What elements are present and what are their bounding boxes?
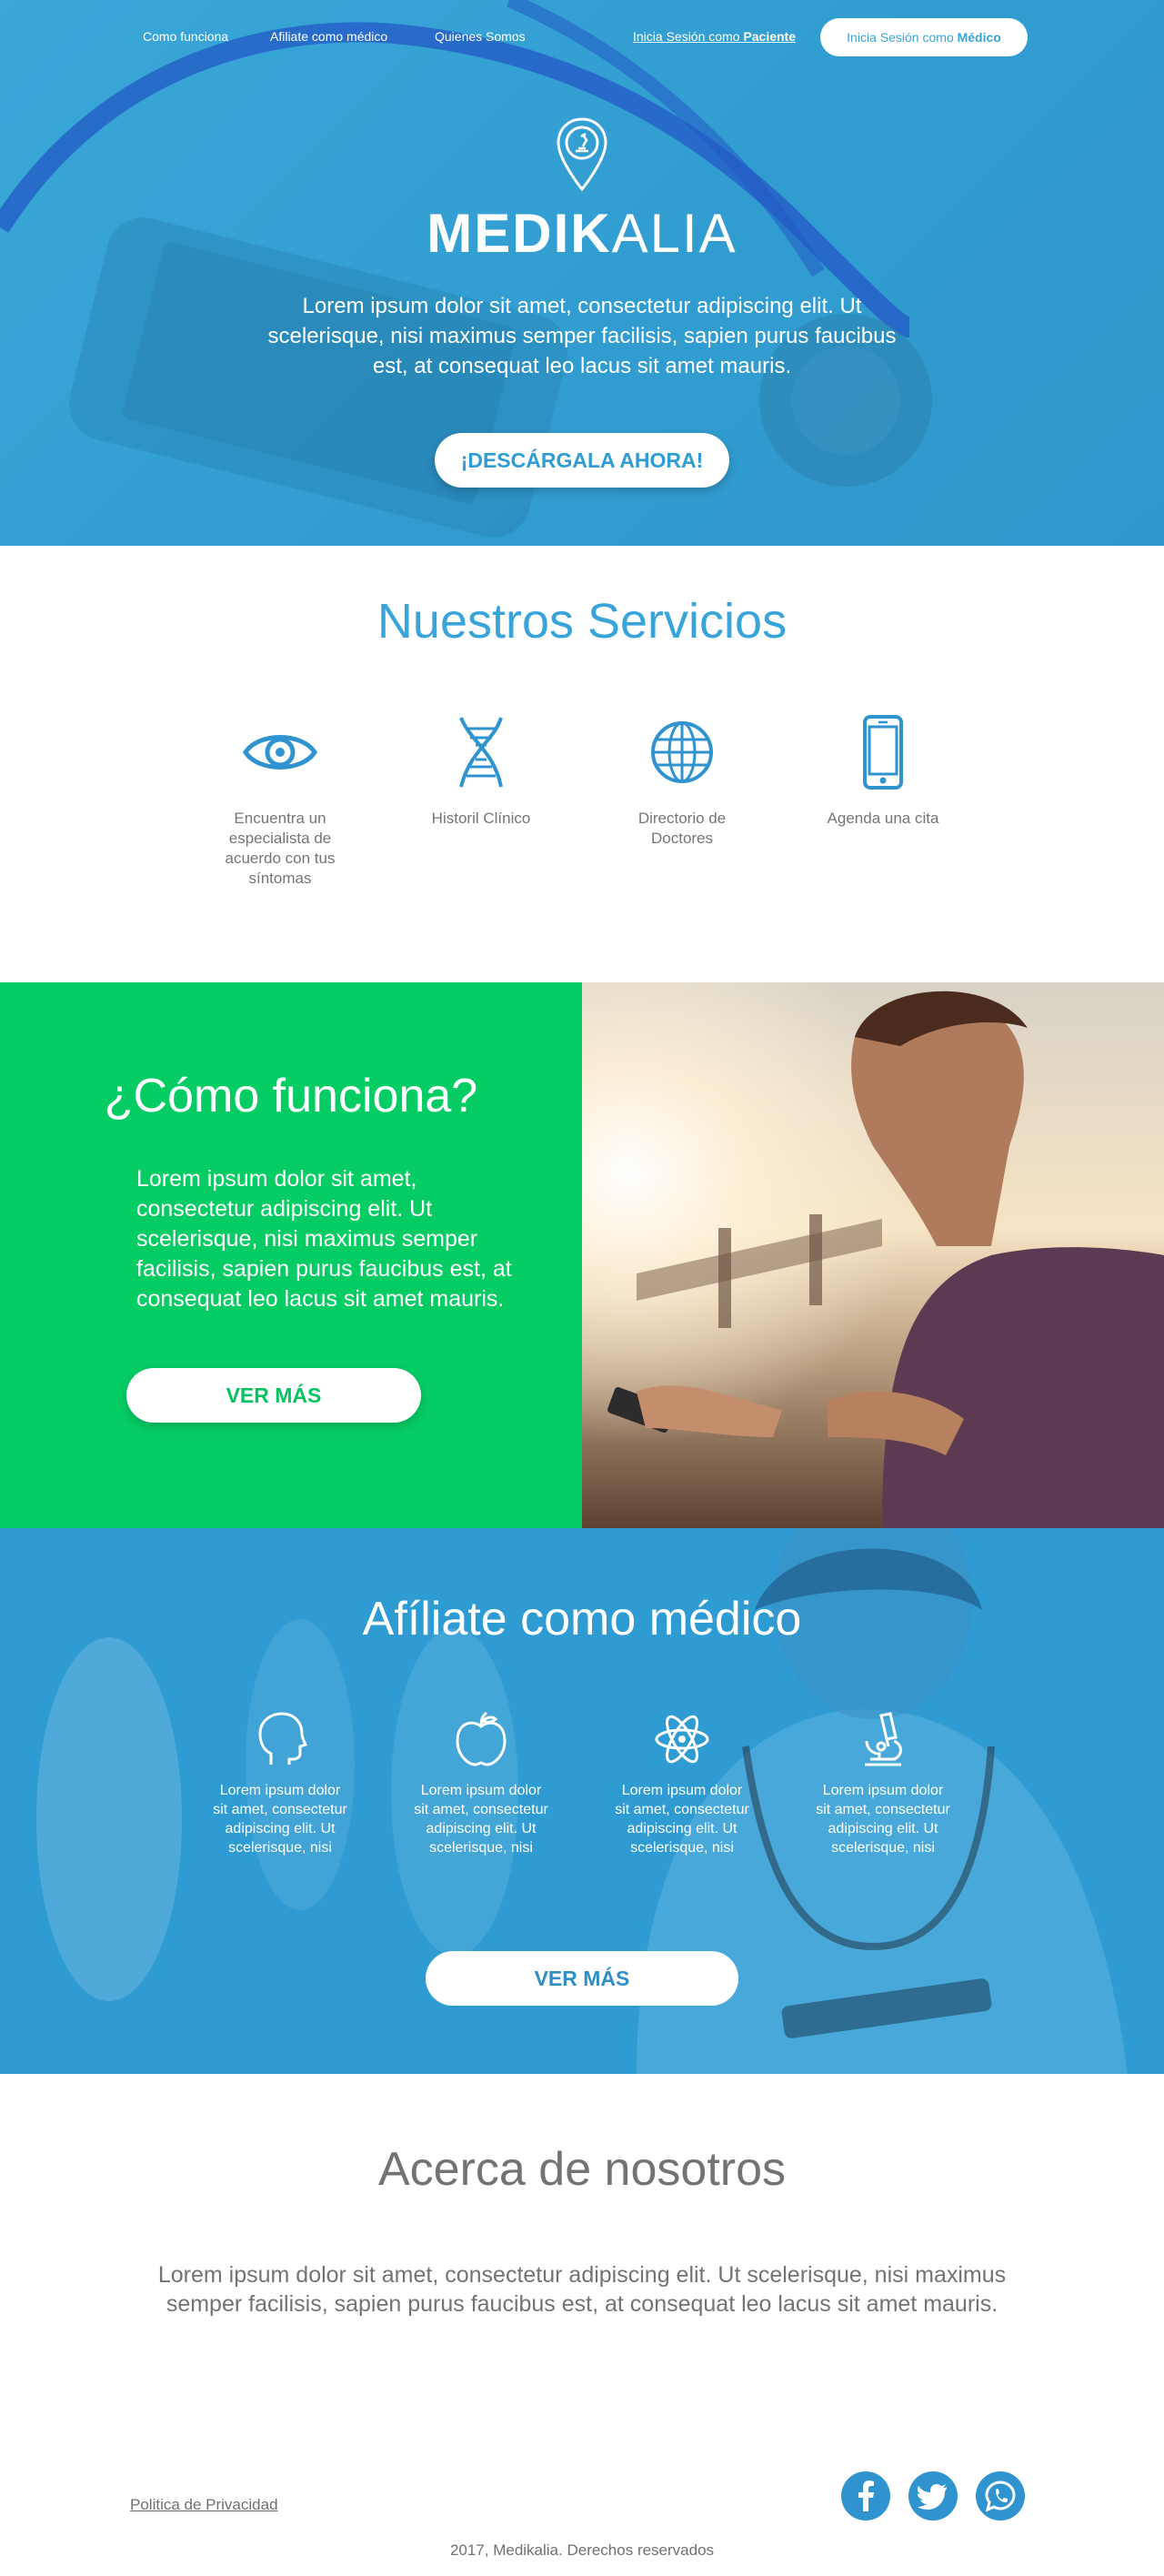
services-title: Nuestros Servicios (376, 594, 788, 649)
feature-text: Lorem ipsum dolor sit amet, consectetur … (213, 1783, 347, 1856)
twitter-icon (917, 2484, 947, 2510)
como-funciona-title: ¿Cómo funciona? (104, 1070, 478, 1122)
head-icon (258, 1712, 308, 1765)
login-patient-link[interactable]: Inicia Sesión como Paciente (633, 29, 796, 44)
hero-description: Lorem ipsum dolor sit amet, consectetur … (267, 294, 897, 378)
service-item-historial[interactable]: Historil Clínico (408, 714, 554, 829)
feature-text: Lorem ipsum dolor sit amet, consectetur … (615, 1783, 749, 1856)
login-patient-strong: Paciente (743, 29, 796, 44)
service-label: Historil Clínico (431, 810, 531, 827)
como-ver-mas-button[interactable]: VER MÁS (126, 1368, 421, 1423)
top-nav: Como funciona Afiliate como médico Quien… (0, 18, 1164, 58)
facebook-button[interactable] (841, 2471, 890, 2521)
service-label: Agenda una cita (827, 810, 939, 827)
privacy-policy-link[interactable]: Politica de Privacidad (130, 2496, 278, 2514)
brand-light: ALIA (611, 203, 738, 264)
acerca-text: Lorem ipsum dolor sit amet, consectetur … (157, 2262, 1007, 2317)
afiliate-title: Afíliate como médico (362, 1593, 802, 1645)
download-button[interactable]: ¡DESCÁRGALA AHORA! (435, 433, 729, 488)
microscope-icon (865, 1712, 902, 1766)
copyright-text: 2017, Medikalia. Derechos reservados (449, 2541, 715, 2559)
man-with-phone-photo (582, 982, 1164, 1528)
service-label: Directorio de Doctores (637, 810, 727, 847)
brand-logotype: MEDIKALIA (0, 202, 1164, 265)
login-patient-prefix: Inicia Sesión como (633, 29, 744, 44)
feature-text: Lorem ipsum dolor sit amet, consectetur … (414, 1783, 548, 1856)
globe-icon (651, 721, 713, 783)
feature-item: Lorem ipsum dolor sit amet, consectetur … (614, 1710, 750, 1857)
nav-link-como-funciona[interactable]: Como funciona (143, 29, 228, 44)
apple-icon (456, 1711, 507, 1766)
login-medico-button[interactable]: Inicia Sesión como Médico (820, 18, 1028, 56)
afiliate-ver-mas-button[interactable]: VER MÁS (426, 1951, 738, 2006)
service-label: Encuentra un especialista de acuerdo con… (225, 810, 336, 887)
whatsapp-icon (985, 2480, 1016, 2512)
login-medico-strong: Médico (957, 30, 1001, 45)
whatsapp-button[interactable] (976, 2471, 1025, 2521)
eye-icon (243, 735, 317, 770)
como-funciona-text: Lorem ipsum dolor sit amet, consectetur … (136, 1166, 512, 1312)
feature-item: Lorem ipsum dolor sit amet, consectetur … (413, 1710, 549, 1857)
smartphone-icon (863, 715, 903, 790)
facebook-icon (858, 2480, 874, 2511)
hero-section: Como funciona Afiliate como médico Quien… (0, 0, 1164, 546)
afiliate-section: Afíliate como médico Lorem ipsum dolor s… (0, 1528, 1164, 2074)
service-item-agenda[interactable]: Agenda una cita (810, 714, 956, 829)
acerca-title: Acerca de nosotros (377, 2143, 787, 2196)
nav-link-quienes-somos[interactable]: Quienes Somos (435, 29, 526, 44)
atom-icon (655, 1715, 709, 1764)
service-item-directorio[interactable]: Directorio de Doctores (609, 714, 755, 849)
como-funciona-section: ¿Cómo funciona? Lorem ipsum dolor sit am… (0, 982, 582, 1528)
feature-text: Lorem ipsum dolor sit amet, consectetur … (816, 1783, 950, 1856)
twitter-button[interactable] (908, 2471, 958, 2521)
feature-item: Lorem ipsum dolor sit amet, consectetur … (212, 1710, 348, 1857)
nav-link-afiliate[interactable]: Afiliate como médico (270, 29, 387, 44)
login-medico-prefix: Inicia Sesión como (847, 30, 958, 45)
brand-bold: MEDIK (426, 203, 612, 264)
feature-item: Lorem ipsum dolor sit amet, consectetur … (815, 1710, 951, 1857)
service-item-especialista[interactable]: Encuentra un especialista de acuerdo con… (207, 714, 353, 889)
dna-icon (459, 717, 503, 788)
map-pin-microscope-icon (557, 117, 607, 192)
